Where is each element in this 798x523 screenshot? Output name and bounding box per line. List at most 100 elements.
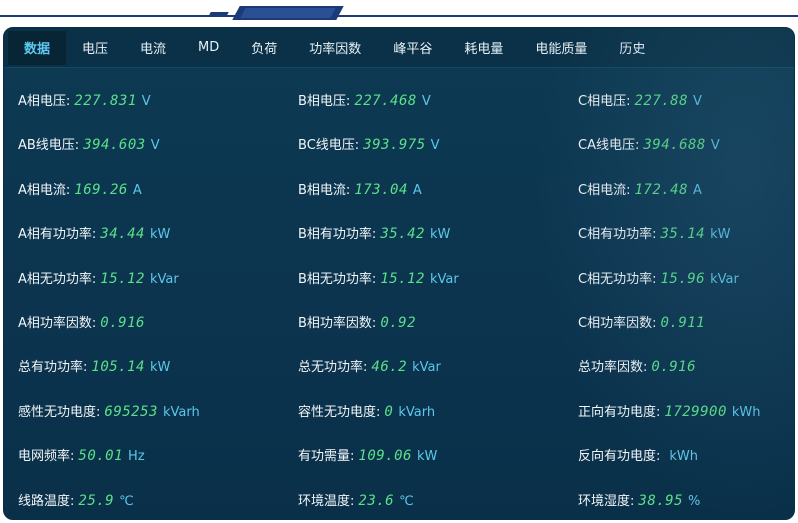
reading-value: 35.14: [660, 226, 706, 242]
reading-unit: kWh: [731, 405, 761, 420]
reading-unit: V: [421, 94, 431, 109]
reading-label: C相无功功率:: [578, 272, 657, 287]
reading-unit: A: [132, 183, 142, 198]
reading-value: 50.01: [78, 448, 124, 464]
reading-phase-voltage-c: C相电压: 227.88 V: [578, 90, 702, 114]
reading-value: 109.06: [358, 448, 412, 464]
reading-line-voltage-b: BC线电压: 393.975 V: [298, 134, 440, 158]
reading-unit: kVar: [412, 360, 441, 375]
reading-value: 173.04: [354, 182, 408, 198]
reading-label: B相电流:: [298, 183, 351, 198]
reading-unit: A: [693, 183, 702, 198]
reading-value: 1729900: [664, 404, 727, 420]
reading-value: 38.95: [638, 493, 684, 509]
reading-value: 15.12: [100, 271, 145, 287]
header-decoration-line: [0, 15, 798, 17]
reading-phase-reactive-power-a: A相无功功率: 15.12 kVar: [18, 268, 179, 292]
reading-label: C相电压:: [578, 94, 631, 109]
reading-label: A相电流:: [18, 183, 71, 198]
reading-value: 227.88: [634, 93, 689, 109]
reading-label: 正向有功电度:: [578, 405, 661, 420]
reading-label: 反向有功电度:: [578, 449, 661, 464]
reading-label: B相无功功率:: [298, 272, 377, 287]
header-decoration-tick: [209, 12, 229, 15]
reading-unit: kW: [710, 227, 731, 242]
reading-value: 169.26: [74, 182, 128, 198]
reading-unit: V: [693, 94, 702, 109]
reading-frequency-demand-a: 电网频率: 50.01 Hz: [18, 445, 145, 469]
reading-unit: kVar: [429, 272, 459, 287]
reading-energy-counters-c: 正向有功电度: 1729900 kWh: [578, 401, 761, 425]
reading-phase-reactive-power-b: B相无功功率: 15.12 kVar: [298, 268, 459, 292]
reading-unit: kVarh: [162, 405, 200, 420]
reading-total-power-b: 总无功功率: 46.2 kVar: [298, 356, 441, 380]
reading-label: 电网频率:: [18, 449, 75, 464]
reading-value: 393.975: [363, 137, 426, 153]
reading-value: 23.6: [358, 493, 395, 509]
reading-phase-current-a: A相电流: 169.26 A: [18, 179, 142, 203]
reading-label: C相功率因数:: [578, 316, 657, 331]
reading-value: 394.603: [83, 137, 146, 153]
reading-unit: V: [710, 138, 720, 153]
reading-value: 0.916: [651, 359, 697, 375]
reading-unit: %: [688, 494, 701, 509]
reading-label: C相有功功率:: [578, 227, 657, 242]
reading-temperature-humidity-a: 线路温度: 25.9 ℃: [18, 490, 134, 514]
page-frame: 数据 电压 电流 MD 负荷 功率因数 峰平谷 耗电量 电能质量 历史 A相电压…: [0, 0, 798, 523]
reading-unit: kW: [149, 360, 171, 375]
reading-phase-power-factor-b: B相功率因数: 0.92: [298, 312, 421, 336]
reading-value: 227.831: [74, 93, 137, 109]
reading-phase-active-power-a: A相有功功率: 34.44 kW: [18, 223, 170, 247]
reading-total-power-a: 总有功功率: 105.14 kW: [18, 356, 170, 380]
reading-value: 105.14: [91, 359, 145, 375]
reading-unit: kVar: [710, 272, 739, 287]
reading-value: 34.44: [100, 226, 145, 242]
reading-label: AB线电压:: [18, 138, 80, 153]
reading-value: 0: [384, 404, 394, 420]
reading-unit: kVar: [149, 272, 179, 287]
reading-unit: kW: [416, 449, 438, 464]
reading-unit: V: [150, 138, 160, 153]
reading-phase-voltage-a: A相电压: 227.831 V: [18, 90, 151, 114]
reading-value: 15.12: [380, 271, 425, 287]
reading-label: A相电压:: [18, 94, 71, 109]
reading-unit: ℃: [399, 494, 414, 509]
reading-unit: kWh: [669, 449, 699, 464]
reading-phase-current-b: B相电流: 173.04 A: [298, 179, 422, 203]
reading-total-power-c: 总功率因数: 0.916: [578, 356, 701, 380]
reading-label: A相功率因数:: [18, 316, 97, 331]
reading-unit: kW: [149, 227, 171, 242]
reading-label: B相电压:: [298, 94, 351, 109]
reading-value: 0.92: [380, 315, 417, 331]
reading-energy-counters-a: 感性无功电度: 695253 kVarh: [18, 401, 200, 425]
reading-phase-active-power-c: C相有功功率: 35.14 kW: [578, 223, 731, 247]
reading-label: BC线电压:: [298, 138, 360, 153]
reading-value: 46.2: [371, 359, 408, 375]
reading-temperature-humidity-c: 环境湿度: 38.95%: [578, 490, 700, 514]
reading-unit: V: [141, 94, 151, 109]
reading-unit: kW: [429, 227, 451, 242]
reading-label: 总有功功率:: [18, 360, 88, 375]
reading-label: A相无功功率:: [18, 272, 97, 287]
readings-grid: A相电压: 227.831 V B相电压: 227.468 V C相电压: 227.88 V AB…: [4, 28, 794, 519]
reading-value: 695253: [104, 404, 158, 420]
reading-phase-current-c: C相电流: 172.48 A: [578, 179, 702, 203]
reading-line-voltage-a: AB线电压: 394.603 V: [18, 134, 160, 158]
reading-label: 环境湿度:: [578, 494, 635, 509]
reading-label: 感性无功电度:: [18, 405, 101, 420]
reading-frequency-demand-c: 反向有功电度: kWh: [578, 445, 698, 469]
reading-value: 394.688: [643, 137, 706, 153]
reading-label: 总无功功率:: [298, 360, 368, 375]
reading-label: B相有功功率:: [298, 227, 377, 242]
reading-value: 15.96: [660, 271, 706, 287]
reading-energy-counters-b: 容性无功电度: 0 kVarh: [298, 401, 435, 425]
reading-phase-reactive-power-c: C相无功功率: 15.96 kVar: [578, 268, 739, 292]
reading-unit: V: [430, 138, 440, 153]
reading-value: 35.42: [380, 226, 425, 242]
reading-value: 0.911: [660, 315, 706, 331]
reading-label: C相电流:: [578, 183, 631, 198]
reading-phase-voltage-b: B相电压: 227.468 V: [298, 90, 431, 114]
reading-label: 环境温度:: [298, 494, 355, 509]
meter-data-panel: 数据 电压 电流 MD 负荷 功率因数 峰平谷 耗电量 电能质量 历史 A相电压…: [3, 27, 795, 520]
reading-label: 总功率因数:: [578, 360, 648, 375]
